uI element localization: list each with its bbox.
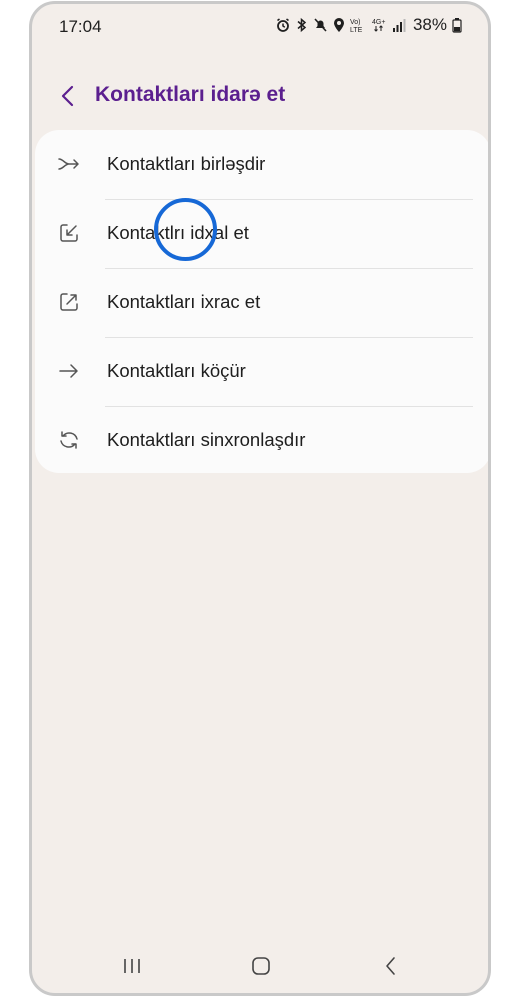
- back-icon: [376, 957, 406, 985]
- location-icon: [333, 17, 345, 33]
- menu-item-import-contacts[interactable]: Kontaktlrı idxal et: [35, 199, 488, 268]
- menu-item-label: Kontaktları sinxronlaşdır: [107, 429, 306, 450]
- recents-button[interactable]: [117, 951, 147, 981]
- export-icon: [57, 290, 81, 314]
- menu-item-label: Kontaktlrı idxal et: [107, 222, 249, 243]
- nav-back-button[interactable]: [376, 951, 406, 981]
- battery-icon: [452, 17, 462, 33]
- menu-item-sync-contacts[interactable]: Kontaktları sinxronlaşdır: [35, 406, 488, 475]
- back-button[interactable]: [56, 82, 82, 110]
- arrow-right-icon: [57, 359, 81, 383]
- mute-icon: [313, 17, 328, 33]
- navigation-bar: [32, 937, 488, 993]
- page-header: Kontaktları idarə et: [32, 72, 488, 120]
- svg-text:LTE: LTE: [350, 27, 363, 33]
- merge-icon: [57, 152, 81, 176]
- battery-percent: 38%: [412, 15, 447, 34]
- home-icon: [246, 957, 276, 985]
- import-icon: [57, 221, 81, 245]
- menu-card: Kontaktları birləşdir Kontaktlrı idxal e…: [35, 130, 488, 475]
- chevron-left-icon: [56, 85, 82, 114]
- bluetooth-icon: [296, 17, 308, 33]
- menu-item-label: Kontaktları ixrac et: [107, 291, 261, 312]
- sync-icon: [57, 428, 81, 452]
- page-title: Kontaktları idarə et: [95, 83, 286, 106]
- recents-icon: [117, 959, 147, 985]
- status-icons: Vo) LTE 4G+ 38%: [275, 15, 462, 35]
- menu-item-label: Kontaktları köçür: [107, 360, 246, 381]
- svg-text:Vo): Vo): [350, 19, 361, 26]
- svg-text:4G+: 4G+: [372, 19, 385, 26]
- menu-item-export-contacts[interactable]: Kontaktları ixrac et: [35, 268, 488, 337]
- volte-icon: Vo) LTE: [350, 17, 367, 33]
- 4g-icon: 4G+: [372, 17, 387, 33]
- phone-screen: 17:04 Vo) LTE 4G+ 38% Kontaktları idarə …: [29, 1, 491, 996]
- menu-item-merge-contacts[interactable]: Kontaktları birləşdir: [35, 130, 488, 199]
- home-button[interactable]: [246, 951, 276, 981]
- signal-icon: [392, 17, 406, 33]
- alarm-icon: [275, 17, 291, 33]
- status-time: 17:04: [59, 17, 102, 36]
- status-bar: 17:04 Vo) LTE 4G+ 38%: [32, 4, 488, 48]
- menu-item-move-contacts[interactable]: Kontaktları köçür: [35, 337, 488, 406]
- menu-item-label: Kontaktları birləşdir: [107, 153, 266, 174]
